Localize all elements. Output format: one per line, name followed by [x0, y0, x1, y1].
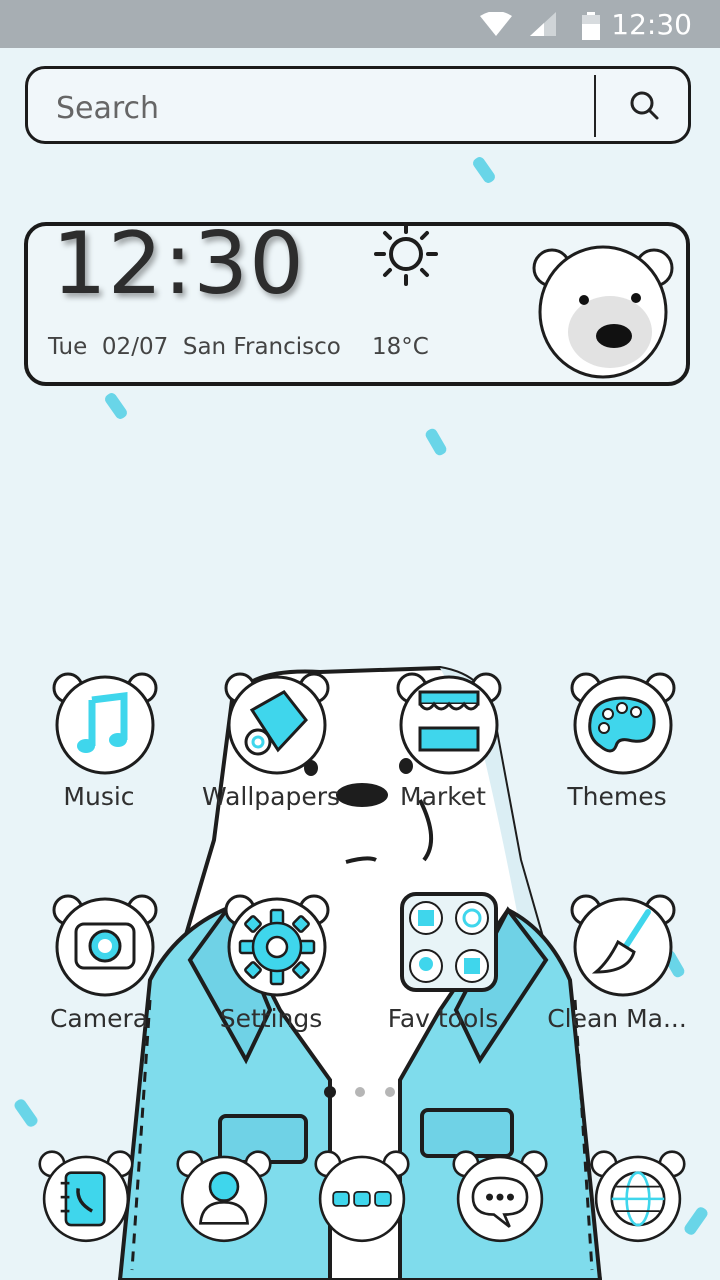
wifi-icon — [480, 12, 512, 36]
folder-fav-tools[interactable]: Fav tools — [358, 892, 528, 1042]
contacts-icon[interactable] — [38, 1150, 134, 1246]
widget-day: Tue — [48, 334, 88, 360]
palette-icon — [570, 672, 676, 775]
app-themes[interactable]: Themes — [532, 670, 702, 820]
app-music[interactable]: Music — [14, 670, 184, 820]
search-button[interactable] — [602, 69, 688, 141]
widget-temperature: 18°C — [372, 334, 429, 360]
app-label: Settings — [219, 1004, 323, 1033]
status-time: 12:30 — [611, 8, 692, 41]
app-camera[interactable]: Camera — [14, 892, 184, 1042]
app-label: Wallpapers — [201, 782, 341, 811]
camera-icon — [52, 894, 158, 997]
app-label: Market — [400, 782, 486, 811]
widget-date: Tue 02/07 San Francisco — [48, 334, 341, 360]
widget-clock[interactable]: 12:30 — [52, 214, 305, 314]
signal-icon — [530, 12, 556, 36]
sun-icon — [374, 222, 438, 286]
app-label: Themes — [567, 782, 667, 811]
widget-city: San Francisco — [182, 334, 341, 360]
wallpaper-scroll-icon — [224, 672, 330, 775]
app-label: Camera — [49, 1004, 149, 1033]
widget-date-value: 02/07 — [101, 334, 169, 360]
person-icon[interactable] — [176, 1150, 272, 1246]
messages-icon[interactable] — [452, 1150, 548, 1246]
battery-icon — [582, 12, 600, 40]
browser-globe-icon[interactable] — [590, 1150, 686, 1246]
music-note-icon — [52, 672, 158, 775]
app-settings[interactable]: Settings — [186, 892, 356, 1042]
market-store-icon — [396, 672, 502, 775]
app-label: Fav tools — [387, 1004, 499, 1033]
status-bar: 12:30 — [0, 0, 720, 48]
app-drawer-icon[interactable] — [314, 1150, 410, 1246]
broom-icon — [570, 894, 676, 997]
page-indicator — [324, 1086, 395, 1098]
app-wallpapers[interactable]: Wallpapers — [186, 670, 356, 820]
app-label: Music — [63, 782, 135, 811]
app-market[interactable]: Market — [358, 670, 528, 820]
app-label: Clean Ma... — [547, 1004, 687, 1033]
clock-weather-widget[interactable]: 12:30 Tue 02/07 San Francisco 18°C — [24, 214, 690, 386]
app-clean-master[interactable]: Clean Ma... — [532, 892, 702, 1042]
search-bar[interactable]: Search — [25, 66, 691, 144]
polar-bear-icon — [532, 245, 674, 379]
search-input[interactable]: Search — [56, 91, 159, 126]
search-icon — [630, 91, 659, 120]
gear-icon — [224, 894, 330, 997]
search-divider — [594, 75, 596, 137]
folder-icon — [400, 892, 498, 992]
